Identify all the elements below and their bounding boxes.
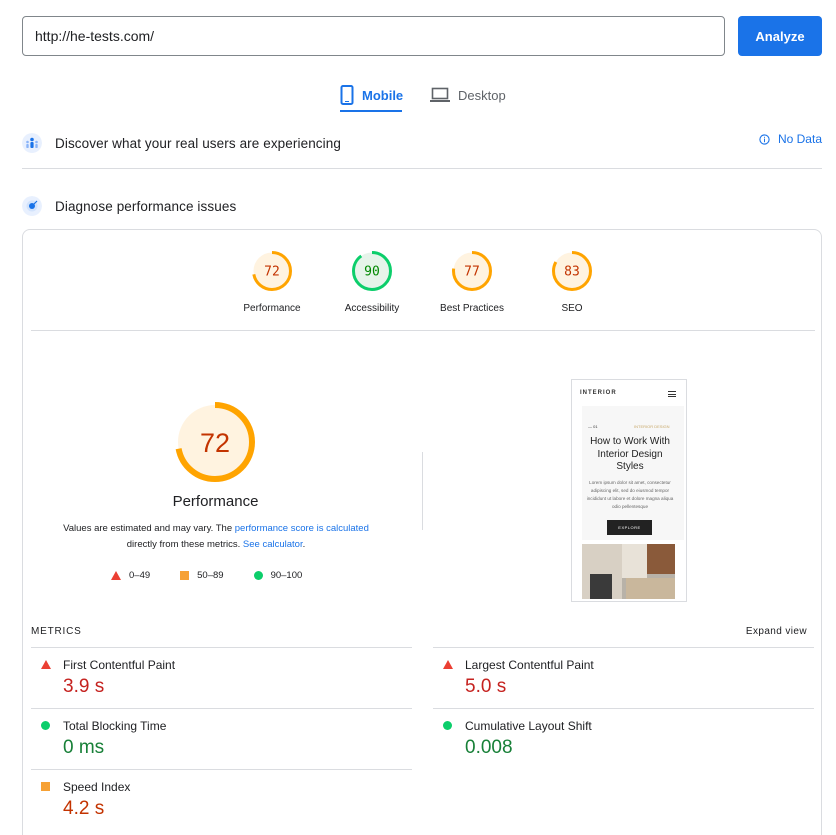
gauge-best-practices-score: 77	[464, 265, 480, 280]
pass-circle-icon	[443, 721, 452, 730]
active-tab-indicator	[340, 110, 402, 112]
screenshot-sub-left: — 01	[588, 424, 598, 429]
field-data-header: Discover what your real users are experi…	[22, 131, 822, 155]
analyze-button[interactable]: Analyze	[738, 16, 822, 56]
report-card: 72 Performance 90 Accessibility 77 Best …	[22, 229, 822, 835]
metric-value: 4.2 s	[63, 798, 105, 819]
summary-vertical-divider	[422, 452, 423, 530]
gauge-seo-score: 83	[564, 265, 580, 280]
tab-mobile[interactable]: Mobile	[340, 78, 403, 112]
performance-summary-title: Performance	[172, 493, 259, 510]
gauge-accessibility[interactable]: 90 Accessibility	[322, 250, 422, 314]
note-middle: directly from these metrics.	[126, 539, 243, 550]
gauge-accessibility-label: Accessibility	[344, 303, 400, 314]
section-divider	[22, 168, 822, 169]
gauge-performance-score: 72	[264, 265, 280, 280]
field-data-title: Discover what your real users are experi…	[55, 135, 341, 151]
device-tabs: Mobile Desktop	[0, 78, 836, 114]
legend-fail: 0–49	[111, 570, 150, 581]
no-data-indicator[interactable]: No Data	[759, 132, 822, 146]
metric-first-contentful-paint: First Contentful Paint 3.9 s	[31, 647, 412, 708]
score-legend: 0–49 50–89 90–100	[111, 570, 332, 581]
screenshot-nav-logo: INTERIOR	[580, 390, 617, 396]
gauge-performance-label: Performance	[243, 303, 301, 314]
metric-name: Largest Contentful Paint	[465, 658, 594, 672]
metric-name: Speed Index	[63, 780, 131, 794]
no-data-label: No Data	[777, 132, 822, 146]
screenshot-sub-right: INTERIOR DESIGN	[634, 424, 670, 429]
legend-pass: 90–100	[253, 570, 303, 581]
screenshot-explore-button: EXPLORE	[607, 520, 652, 535]
diagnose-icon	[22, 196, 42, 216]
gauge-best-practices-ring: 77	[452, 251, 492, 291]
tab-desktop-label: Desktop	[458, 87, 506, 103]
metric-name: First Contentful Paint	[63, 658, 176, 672]
legend-average-label: 50–89	[197, 570, 224, 581]
gauge-divider	[31, 330, 815, 331]
gauge-accessibility-ring: 90	[352, 251, 392, 291]
pass-circle-icon	[41, 721, 50, 730]
metric-value: 0.008	[465, 737, 513, 758]
screenshot-title: How to Work With Interior Design Styles	[590, 436, 670, 472]
metric-cumulative-layout-shift: Cumulative Layout Shift 0.008	[433, 708, 814, 769]
performance-summary-gauge: 72	[175, 402, 255, 482]
gauge-best-practices-label: Best Practices	[440, 303, 504, 314]
page-screenshot: INTERIOR — 01 INTERIOR DESIGN How to Wor…	[571, 379, 687, 602]
tab-desktop[interactable]: Desktop	[430, 78, 506, 112]
metric-value: 0 ms	[63, 737, 105, 758]
gauge-seo[interactable]: 83 SEO	[522, 250, 622, 314]
gauge-accessibility-score: 90	[364, 265, 380, 280]
screenshot-body: Lorem ipsum dolor sit amet, consectetur …	[586, 480, 674, 509]
mobile-phone-icon	[340, 85, 354, 105]
gauge-best-practices[interactable]: 77 Best Practices	[422, 250, 522, 314]
fail-triangle-icon	[111, 571, 121, 580]
note-suffix: .	[302, 539, 306, 550]
url-input[interactable]	[22, 16, 725, 56]
gauge-seo-ring: 83	[552, 251, 592, 291]
users-icon	[22, 133, 42, 153]
pass-circle-icon	[253, 571, 263, 580]
metric-name: Total Blocking Time	[63, 719, 167, 733]
legend-fail-label: 0–49	[129, 570, 151, 581]
fail-triangle-icon	[41, 660, 51, 669]
expand-view-toggle[interactable]: Expand view	[746, 626, 807, 637]
legend-pass-label: 90–100	[270, 570, 303, 581]
gauge-seo-label: SEO	[561, 303, 583, 314]
metric-value: 5.0 s	[465, 676, 507, 697]
metric-total-blocking-time: Total Blocking Time 0 ms	[31, 708, 412, 769]
legend-average: 50–89	[180, 570, 224, 581]
metric-largest-contentful-paint: Largest Contentful Paint 5.0 s	[433, 647, 814, 708]
performance-summary-score: 72	[200, 428, 230, 458]
average-square-icon	[41, 782, 50, 791]
lab-data-title: Diagnose performance issues	[55, 198, 237, 214]
gauge-performance-ring: 72	[252, 251, 292, 291]
see-calculator-link[interactable]: See calculator	[243, 539, 303, 550]
metrics-heading: METRICS	[31, 626, 82, 637]
metric-value: 3.9 s	[63, 676, 105, 697]
screenshot-interior-image	[582, 544, 675, 599]
hamburger-menu-icon	[668, 391, 676, 397]
performance-note: Values are estimated and may vary. The p…	[41, 521, 391, 553]
note-prefix: Values are estimated and may vary. The	[63, 523, 235, 534]
lab-data-header: Diagnose performance issues	[22, 194, 822, 218]
metric-name: Cumulative Layout Shift	[465, 719, 592, 733]
laptop-icon	[430, 87, 450, 102]
score-calculated-link[interactable]: performance score is calculated	[235, 523, 369, 534]
average-square-icon	[180, 571, 190, 580]
gauge-performance[interactable]: 72 Performance	[222, 250, 322, 314]
fail-triangle-icon	[443, 660, 453, 669]
tab-mobile-label: Mobile	[362, 87, 404, 103]
info-icon	[759, 133, 770, 145]
metric-speed-index: Speed Index 4.2 s	[31, 769, 412, 830]
